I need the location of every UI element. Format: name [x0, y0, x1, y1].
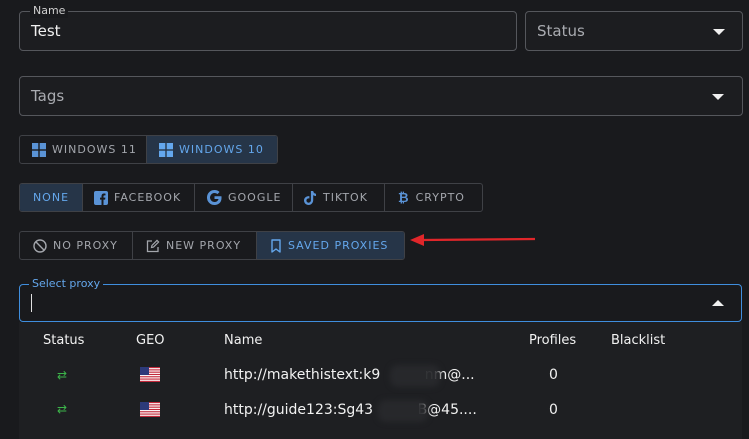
platform-option-crypto[interactable]: ₿ CRYPTO — [385, 184, 482, 211]
proxy-dropdown: Status GEO Name Profiles Blacklist ⇄ htt… — [19, 322, 742, 439]
redaction-blur — [390, 365, 440, 387]
os-toggle-group: WINDOWS 11 WINDOWS 10 — [19, 135, 278, 164]
annotation-arrow — [410, 234, 536, 246]
platform-option-label: NONE — [32, 191, 70, 204]
us-flag-icon — [140, 402, 160, 417]
column-header-blacklist: Blacklist — [611, 333, 666, 348]
table-row[interactable]: ⇄ http://guide123:Sg43 B@45.... 0 — [19, 394, 742, 428]
tags-placeholder: Tags — [31, 87, 65, 105]
proxy-mode-label: NO PROXY — [53, 239, 118, 252]
proxy-name: http://guide123:Sg43 B@45.... — [224, 402, 477, 418]
platform-option-label: FACEBOOK — [114, 191, 182, 204]
os-option-windows-11[interactable]: WINDOWS 11 — [20, 136, 147, 163]
status-placeholder: Status — [537, 22, 585, 40]
google-icon — [207, 190, 222, 205]
windows-icon — [32, 142, 46, 157]
facebook-icon — [94, 190, 108, 205]
proxy-mode-no-proxy[interactable]: NO PROXY — [20, 232, 133, 259]
column-header-profiles: Profiles — [529, 333, 577, 348]
name-field-value: Test — [31, 22, 61, 40]
redaction-blur — [378, 400, 428, 422]
platform-option-label: CRYPTO — [415, 191, 465, 204]
column-header-name: Name — [224, 333, 263, 348]
os-option-windows-10[interactable]: WINDOWS 10 — [147, 136, 277, 163]
proxy-mode-toggle-group: NO PROXY NEW PROXY SAVED PROXIES — [19, 231, 405, 260]
swap-arrows-icon: ⇄ — [57, 402, 68, 416]
proxy-mode-saved-proxies[interactable]: SAVED PROXIES — [257, 232, 404, 259]
name-field-label: Name — [30, 4, 69, 18]
chevron-down-icon — [713, 29, 725, 35]
proxy-profiles: 0 — [549, 367, 558, 383]
bookmark-icon — [270, 238, 282, 253]
os-option-label: WINDOWS 10 — [179, 143, 264, 156]
platform-option-tiktok[interactable]: TIKTOK — [293, 184, 385, 211]
column-header-status: Status — [43, 333, 85, 348]
no-entry-icon — [33, 238, 47, 253]
status-select[interactable]: Status — [525, 11, 743, 51]
column-header-geo: GEO — [136, 333, 165, 348]
proxy-mode-label: NEW PROXY — [166, 239, 242, 252]
chevron-up-icon[interactable] — [712, 300, 724, 306]
us-flag-icon — [140, 367, 160, 382]
name-field[interactable]: Name Test — [19, 4, 517, 51]
proxy-mode-label: SAVED PROXIES — [288, 239, 389, 252]
proxy-profiles: 0 — [549, 402, 558, 418]
text-cursor — [31, 294, 32, 312]
platform-option-label: GOOGLE — [228, 191, 282, 204]
bitcoin-icon: ₿ — [398, 190, 410, 206]
os-option-label: WINDOWS 11 — [52, 143, 137, 156]
table-row[interactable]: ⇄ http://makethistext:k9 nm@... 0 — [19, 360, 742, 394]
proxy-mode-new-proxy[interactable]: NEW PROXY — [133, 232, 257, 259]
windows-icon — [159, 142, 173, 157]
select-proxy-input[interactable]: Select proxy — [19, 277, 742, 322]
platform-option-label: TIKTOK — [323, 191, 368, 204]
platform-toggle-group: NONE FACEBOOK GOOGLE TIKTOK ₿ CRYPTO — [19, 183, 483, 212]
platform-option-facebook[interactable]: FACEBOOK — [83, 184, 195, 211]
edit-icon — [146, 239, 160, 253]
tags-select[interactable]: Tags — [19, 76, 743, 116]
swap-arrows-icon: ⇄ — [57, 368, 68, 382]
platform-option-google[interactable]: GOOGLE — [195, 184, 293, 211]
platform-option-none[interactable]: NONE — [20, 184, 83, 211]
chevron-down-icon — [712, 94, 724, 100]
tiktok-icon — [304, 190, 317, 205]
select-proxy-label: Select proxy — [29, 277, 104, 291]
